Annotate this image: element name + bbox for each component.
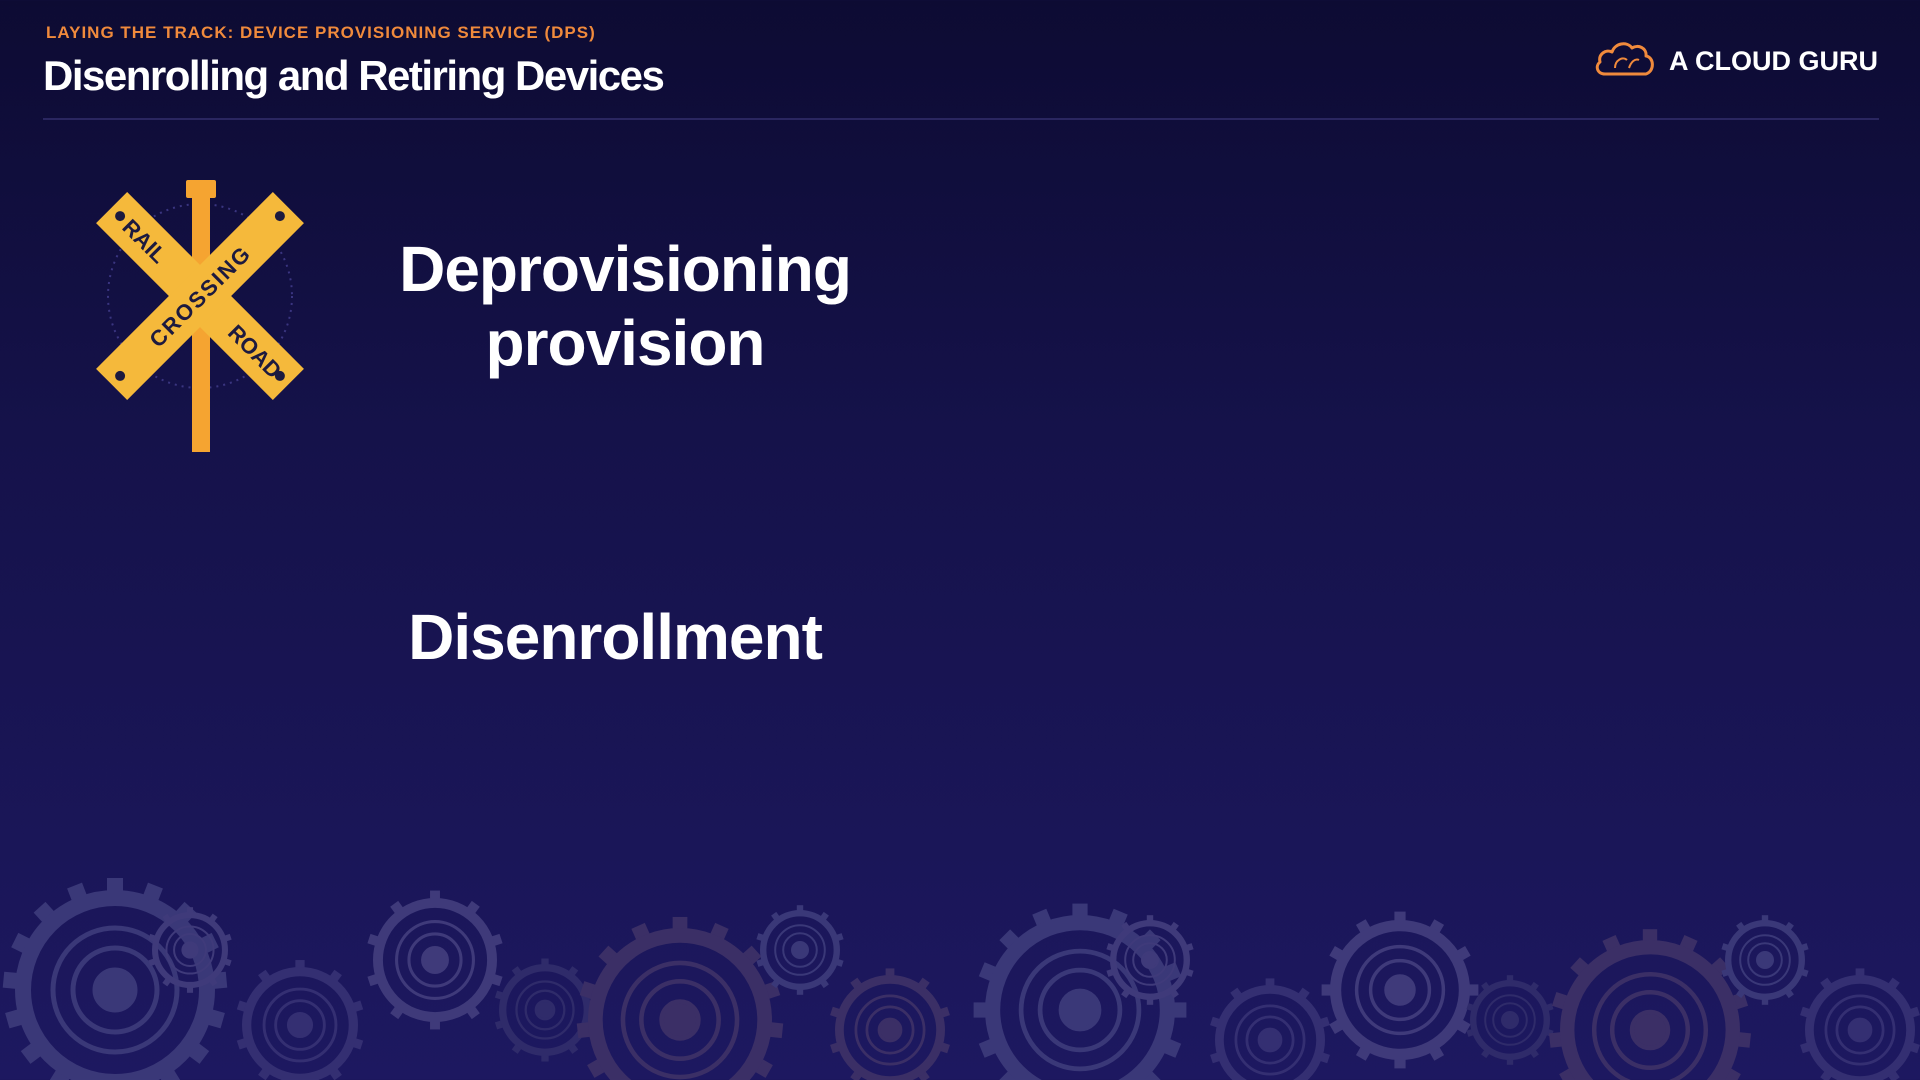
- term-disenrollment: Disenrollment: [408, 601, 823, 673]
- term-deprovisioning-line2: provision: [485, 307, 765, 379]
- gear-icon: [1466, 975, 1554, 1065]
- railroad-crossing-icon: RAIL ROAD CROSSING: [82, 176, 322, 456]
- gear-icon: [1548, 929, 1752, 1080]
- gear-icon: [830, 968, 950, 1080]
- gear-icon: [973, 903, 1187, 1080]
- term-deprovisioning-line1: Deprovisioning: [399, 233, 852, 305]
- gear-icon: [1210, 978, 1330, 1080]
- gear-icon: [494, 958, 596, 1062]
- gear-icon: [576, 916, 784, 1080]
- gear-icon: [236, 960, 364, 1080]
- term-deprovisioning: Deprovisioning provision: [380, 232, 870, 380]
- header-eyebrow: LAYING THE TRACK: DEVICE PROVISIONING SE…: [46, 23, 596, 42]
- gear-icon: [1721, 915, 1809, 1005]
- brand-name: A CLOUD GURU: [1669, 46, 1878, 76]
- cloud-icon: [1593, 38, 1657, 85]
- gear-icon: [2, 878, 228, 1080]
- gears-decoration: [0, 850, 1920, 1080]
- gear-icon: [1321, 911, 1479, 1069]
- brand-logo: A CLOUD GURU: [1593, 38, 1878, 85]
- gear-icon: [367, 890, 503, 1030]
- gear-icon: [1800, 968, 1920, 1080]
- gear-icon: [756, 905, 844, 995]
- page-title: Disenrolling and Retiring Devices: [43, 52, 665, 99]
- header-divider: [43, 118, 1879, 120]
